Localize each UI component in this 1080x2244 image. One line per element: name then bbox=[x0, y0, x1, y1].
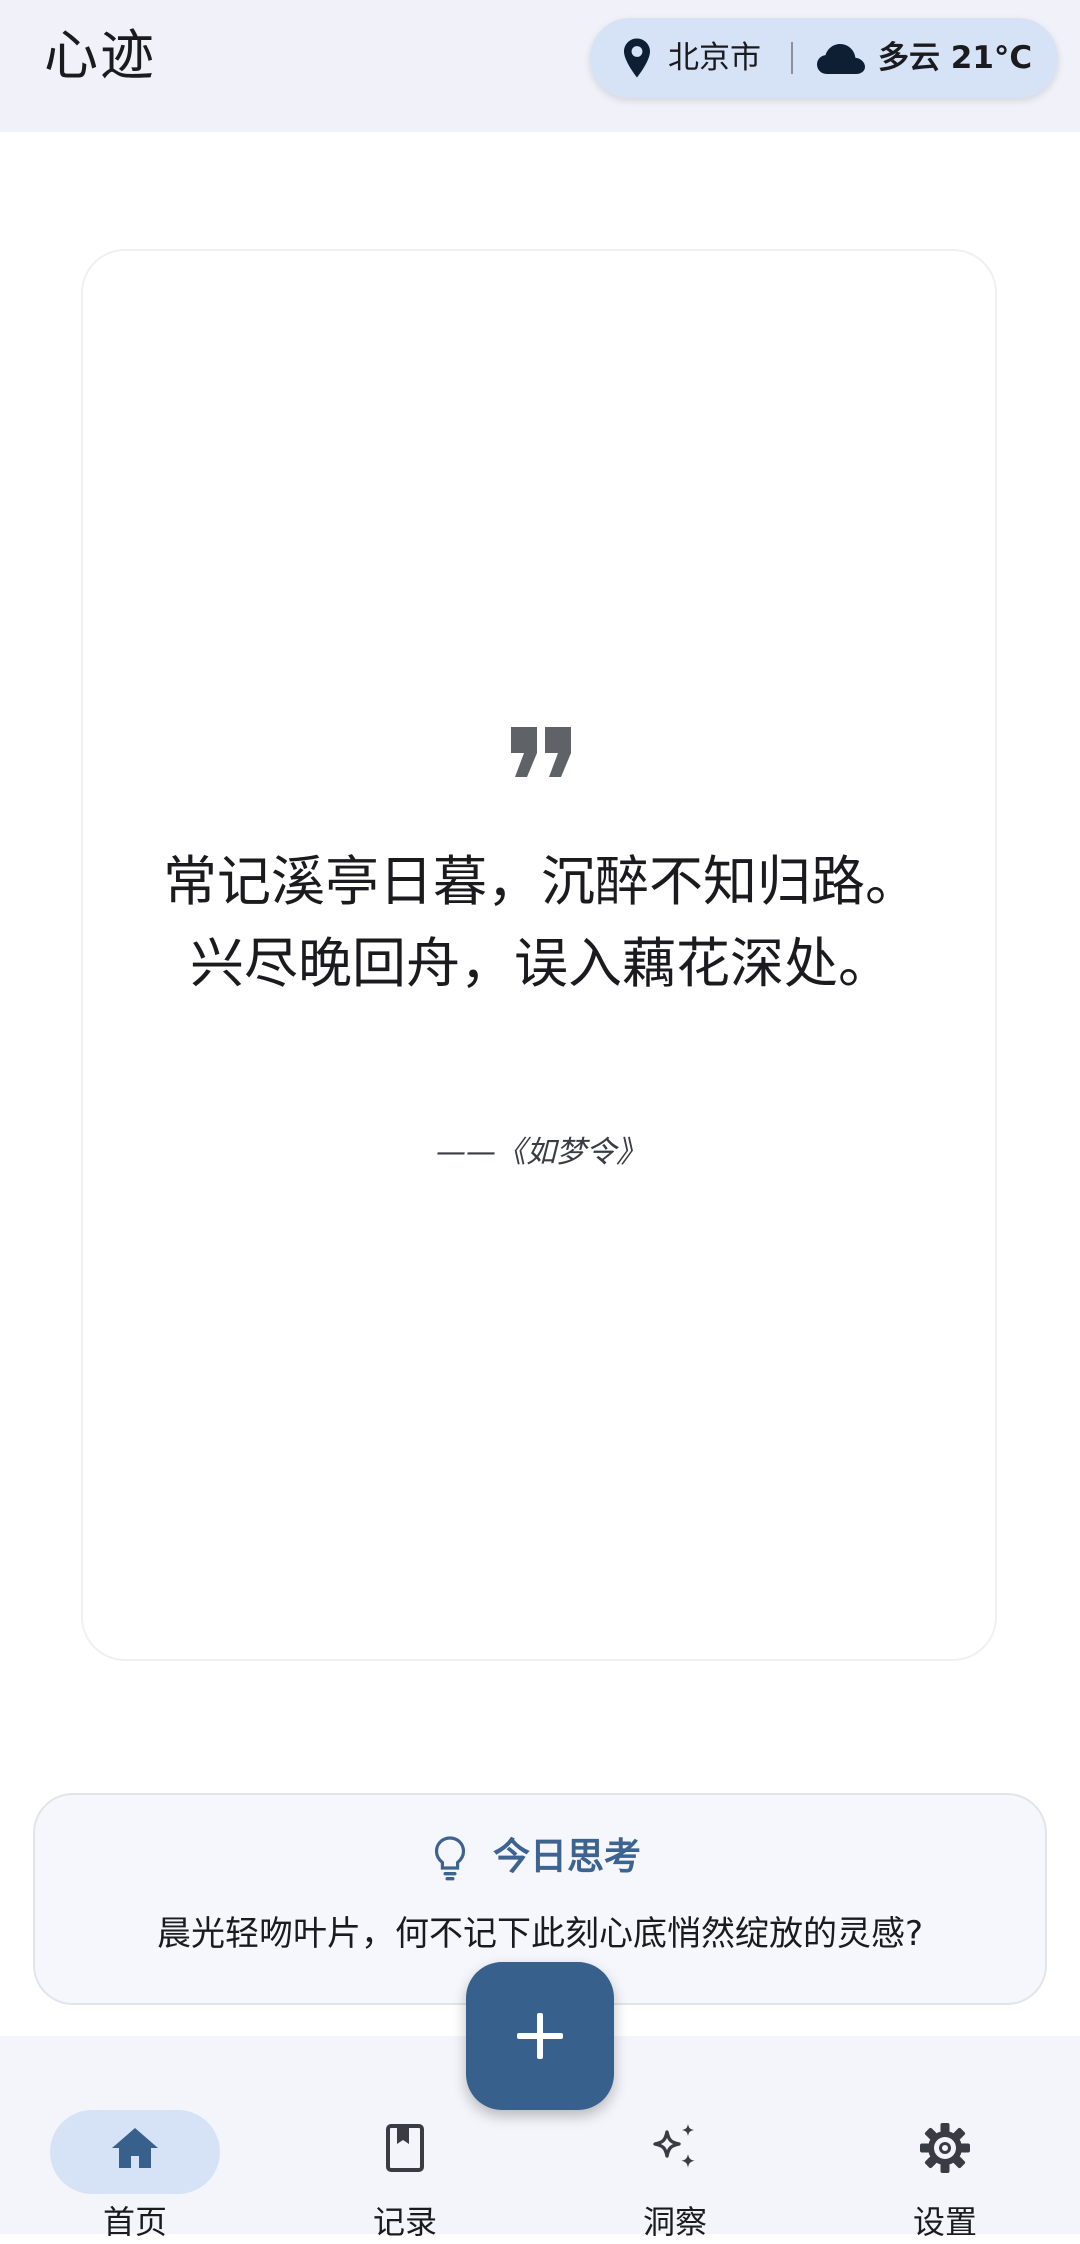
quote-mark-icon bbox=[511, 727, 571, 777]
add-entry-button[interactable] bbox=[466, 1962, 614, 2110]
quote-source: ——《如梦令》 bbox=[436, 1135, 646, 1170]
book-icon bbox=[386, 2124, 424, 2172]
gear-icon bbox=[920, 2123, 970, 2173]
location-weather-chip[interactable]: 北京市 多云 21°C bbox=[590, 18, 1058, 98]
daily-quote-card[interactable]: 常记溪亭日暮，沉醉不知归路。兴尽晚回舟，误入藕花深处。 ——《如梦令》 bbox=[81, 249, 997, 1661]
nav-item-insights[interactable]: 洞察 bbox=[590, 2072, 760, 2241]
thought-title: 今日思考 bbox=[493, 1835, 641, 1878]
nav-item-home[interactable]: 首页 bbox=[50, 2072, 220, 2241]
location-city: 北京市 bbox=[668, 40, 761, 76]
quote-text: 常记溪亭日暮，沉醉不知归路。兴尽晚回舟，误入藕花深处。 bbox=[163, 850, 919, 995]
chip-divider bbox=[791, 42, 793, 74]
home-icon bbox=[112, 2128, 158, 2168]
plus-icon bbox=[517, 2013, 563, 2059]
lightbulb-icon bbox=[434, 1836, 466, 1881]
app-title: 心迹 bbox=[44, 24, 156, 87]
location-pin-icon bbox=[624, 38, 650, 78]
cloud-icon bbox=[817, 44, 865, 74]
nav-label-settings: 设置 bbox=[912, 2203, 977, 2241]
weather-summary: 多云 21°C bbox=[878, 40, 1033, 76]
sparkle-icon bbox=[653, 2124, 695, 2168]
nav-label-records: 记录 bbox=[372, 2203, 437, 2241]
nav-item-settings[interactable]: 设置 bbox=[860, 2072, 1030, 2241]
nav-label-insights: 洞察 bbox=[642, 2203, 707, 2241]
nav-label-home: 首页 bbox=[102, 2203, 167, 2241]
nav-item-records[interactable]: 记录 bbox=[320, 2072, 490, 2241]
top-app-bar: 心迹 北京市 多云 21°C bbox=[0, 0, 1080, 132]
thought-prompt: 晨光轻吻叶片，何不记下此刻心底悄然绽放的灵感? bbox=[156, 1914, 924, 1954]
